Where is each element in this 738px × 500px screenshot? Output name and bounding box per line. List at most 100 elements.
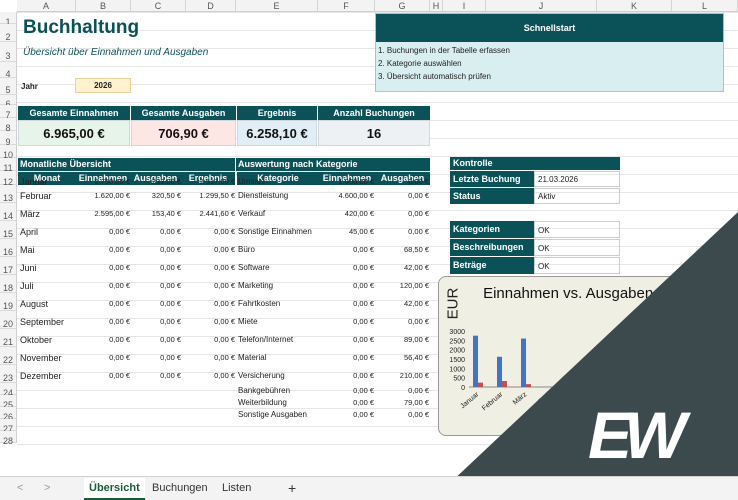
row-header[interactable]: 2 bbox=[0, 24, 17, 42]
check-value[interactable]: OK bbox=[534, 239, 620, 256]
category-cell[interactable]: 0,00 € bbox=[376, 227, 429, 236]
category-name[interactable]: Fahrtkosten bbox=[238, 299, 318, 308]
monthly-cell[interactable]: 0,00 € bbox=[76, 317, 130, 326]
monthly-cell[interactable]: 0,00 € bbox=[76, 371, 130, 380]
category-name[interactable]: Material bbox=[238, 353, 318, 362]
monthly-cell[interactable]: 0,00 € bbox=[130, 371, 181, 380]
category-name[interactable]: Umsatz bbox=[238, 177, 318, 186]
category-cell[interactable]: 420,00 € bbox=[320, 209, 374, 218]
column-header[interactable]: G bbox=[375, 0, 430, 12]
monthly-cell[interactable]: 0,00 € bbox=[130, 353, 181, 362]
monthly-cell[interactable]: 0,00 € bbox=[76, 281, 130, 290]
row-header[interactable]: 28 bbox=[0, 431, 17, 446]
monthly-cell[interactable]: 2.517,00 € bbox=[181, 177, 235, 186]
category-name[interactable]: Miete bbox=[238, 317, 318, 326]
column-header[interactable]: D bbox=[186, 0, 236, 12]
column-header[interactable]: J bbox=[486, 0, 597, 12]
tab-listen[interactable]: Listen bbox=[222, 480, 251, 496]
monthly-cell[interactable]: 153,40 € bbox=[130, 209, 181, 218]
row-header[interactable]: 12 bbox=[0, 171, 17, 187]
category-name[interactable]: Dienstleistung bbox=[238, 191, 318, 200]
monthly-cell[interactable]: 0,00 € bbox=[76, 353, 130, 362]
category-cell[interactable]: 0,00 € bbox=[320, 245, 374, 254]
check-value[interactable]: OK bbox=[534, 221, 620, 238]
monthly-cell[interactable]: 0,00 € bbox=[130, 317, 181, 326]
monthly-cell[interactable]: 0,00 € bbox=[130, 299, 181, 308]
category-cell[interactable]: 0,00 € bbox=[320, 299, 374, 308]
category-name[interactable]: Telefon/Internet bbox=[238, 335, 318, 344]
monthly-cell[interactable]: 0,00 € bbox=[181, 281, 235, 290]
category-cell[interactable]: 0,00 € bbox=[320, 317, 374, 326]
month-name[interactable]: Februar bbox=[20, 191, 74, 201]
month-name[interactable]: Dezember bbox=[20, 371, 74, 381]
month-name[interactable]: September bbox=[20, 317, 74, 327]
category-name[interactable]: Sonstige Ausgaben bbox=[238, 410, 318, 419]
category-cell[interactable]: 1.900,00 € bbox=[320, 177, 374, 186]
row-header[interactable]: 19 bbox=[0, 293, 17, 311]
column-header[interactable]: L bbox=[672, 0, 738, 12]
category-cell[interactable]: 120,00 € bbox=[376, 281, 429, 290]
category-cell[interactable]: 0,00 € bbox=[320, 281, 374, 290]
category-cell[interactable]: 68,50 € bbox=[376, 245, 429, 254]
monthly-cell[interactable]: 0,00 € bbox=[76, 299, 130, 308]
monthly-cell[interactable]: 0,00 € bbox=[130, 263, 181, 272]
category-cell[interactable]: 89,00 € bbox=[376, 335, 429, 344]
category-cell[interactable]: 0,00 € bbox=[376, 386, 429, 395]
category-cell[interactable]: 0,00 € bbox=[320, 335, 374, 344]
monthly-cell[interactable]: 0,00 € bbox=[181, 335, 235, 344]
category-cell[interactable]: 0,00 € bbox=[320, 410, 374, 419]
row-header[interactable]: 20 bbox=[0, 311, 17, 329]
category-cell[interactable]: 4.600,00 € bbox=[320, 191, 374, 200]
category-cell[interactable]: 0,00 € bbox=[376, 317, 429, 326]
category-cell[interactable]: 0,00 € bbox=[376, 209, 429, 218]
row-header[interactable]: 27 bbox=[0, 419, 17, 434]
row-header[interactable]: 10 bbox=[0, 145, 17, 160]
monthly-cell[interactable]: 0,00 € bbox=[76, 263, 130, 272]
column-header[interactable]: B bbox=[76, 0, 131, 12]
monthly-cell[interactable]: 0,00 € bbox=[130, 245, 181, 254]
category-cell[interactable]: 0,00 € bbox=[320, 386, 374, 395]
month-name[interactable]: Juli bbox=[20, 281, 74, 291]
month-name[interactable]: November bbox=[20, 353, 74, 363]
category-cell[interactable]: 0,00 € bbox=[376, 177, 429, 186]
monthly-cell[interactable]: 0,00 € bbox=[130, 227, 181, 236]
row-header[interactable]: 18 bbox=[0, 275, 17, 293]
kontrolle-value[interactable]: 21.03.2026 bbox=[534, 171, 620, 187]
add-sheet-button[interactable]: + bbox=[288, 480, 296, 496]
monthly-cell[interactable]: 0,00 € bbox=[76, 335, 130, 344]
category-cell[interactable]: 45,00 € bbox=[320, 227, 374, 236]
monthly-cell[interactable]: 0,00 € bbox=[181, 299, 235, 308]
row-header[interactable]: 4 bbox=[0, 62, 17, 79]
row-header[interactable]: 1 bbox=[0, 12, 17, 27]
column-header[interactable]: K bbox=[597, 0, 672, 12]
month-name[interactable]: Januar bbox=[20, 177, 74, 187]
monthly-cell[interactable]: 0,00 € bbox=[130, 281, 181, 290]
monthly-cell[interactable]: 0,00 € bbox=[181, 227, 235, 236]
category-name[interactable]: Software bbox=[238, 263, 318, 272]
row-header[interactable]: 8 bbox=[0, 118, 17, 133]
month-name[interactable]: August bbox=[20, 299, 74, 309]
check-value[interactable]: OK bbox=[534, 257, 620, 274]
monthly-cell[interactable]: 1.620,00 € bbox=[76, 191, 130, 200]
monthly-cell[interactable]: 320,50 € bbox=[130, 191, 181, 200]
row-header[interactable]: 3 bbox=[0, 42, 17, 62]
tab-buchungen[interactable]: Buchungen bbox=[152, 480, 208, 496]
monthly-cell[interactable]: 0,00 € bbox=[181, 263, 235, 272]
row-header[interactable]: 5 bbox=[0, 78, 17, 95]
row-header[interactable]: 26 bbox=[0, 407, 17, 422]
category-cell[interactable]: 0,00 € bbox=[376, 410, 429, 419]
month-name[interactable]: Mai bbox=[20, 245, 74, 255]
row-header[interactable]: 15 bbox=[0, 221, 17, 239]
column-header[interactable]: F bbox=[318, 0, 375, 12]
row-header[interactable]: 16 bbox=[0, 239, 17, 257]
category-name[interactable]: Weiterbildung bbox=[238, 398, 318, 407]
row-header[interactable]: 6 bbox=[0, 95, 17, 109]
monthly-cell[interactable]: 2.595,00 € bbox=[76, 209, 130, 218]
month-name[interactable]: Juni bbox=[20, 263, 74, 273]
row-header[interactable]: 9 bbox=[0, 131, 17, 147]
monthly-cell[interactable]: 0,00 € bbox=[181, 245, 235, 254]
month-name[interactable]: März bbox=[20, 209, 74, 219]
row-header[interactable]: 13 bbox=[0, 185, 17, 203]
monthly-cell[interactable]: 0,00 € bbox=[181, 317, 235, 326]
category-name[interactable]: Sonstige Einnahmen bbox=[238, 227, 318, 236]
